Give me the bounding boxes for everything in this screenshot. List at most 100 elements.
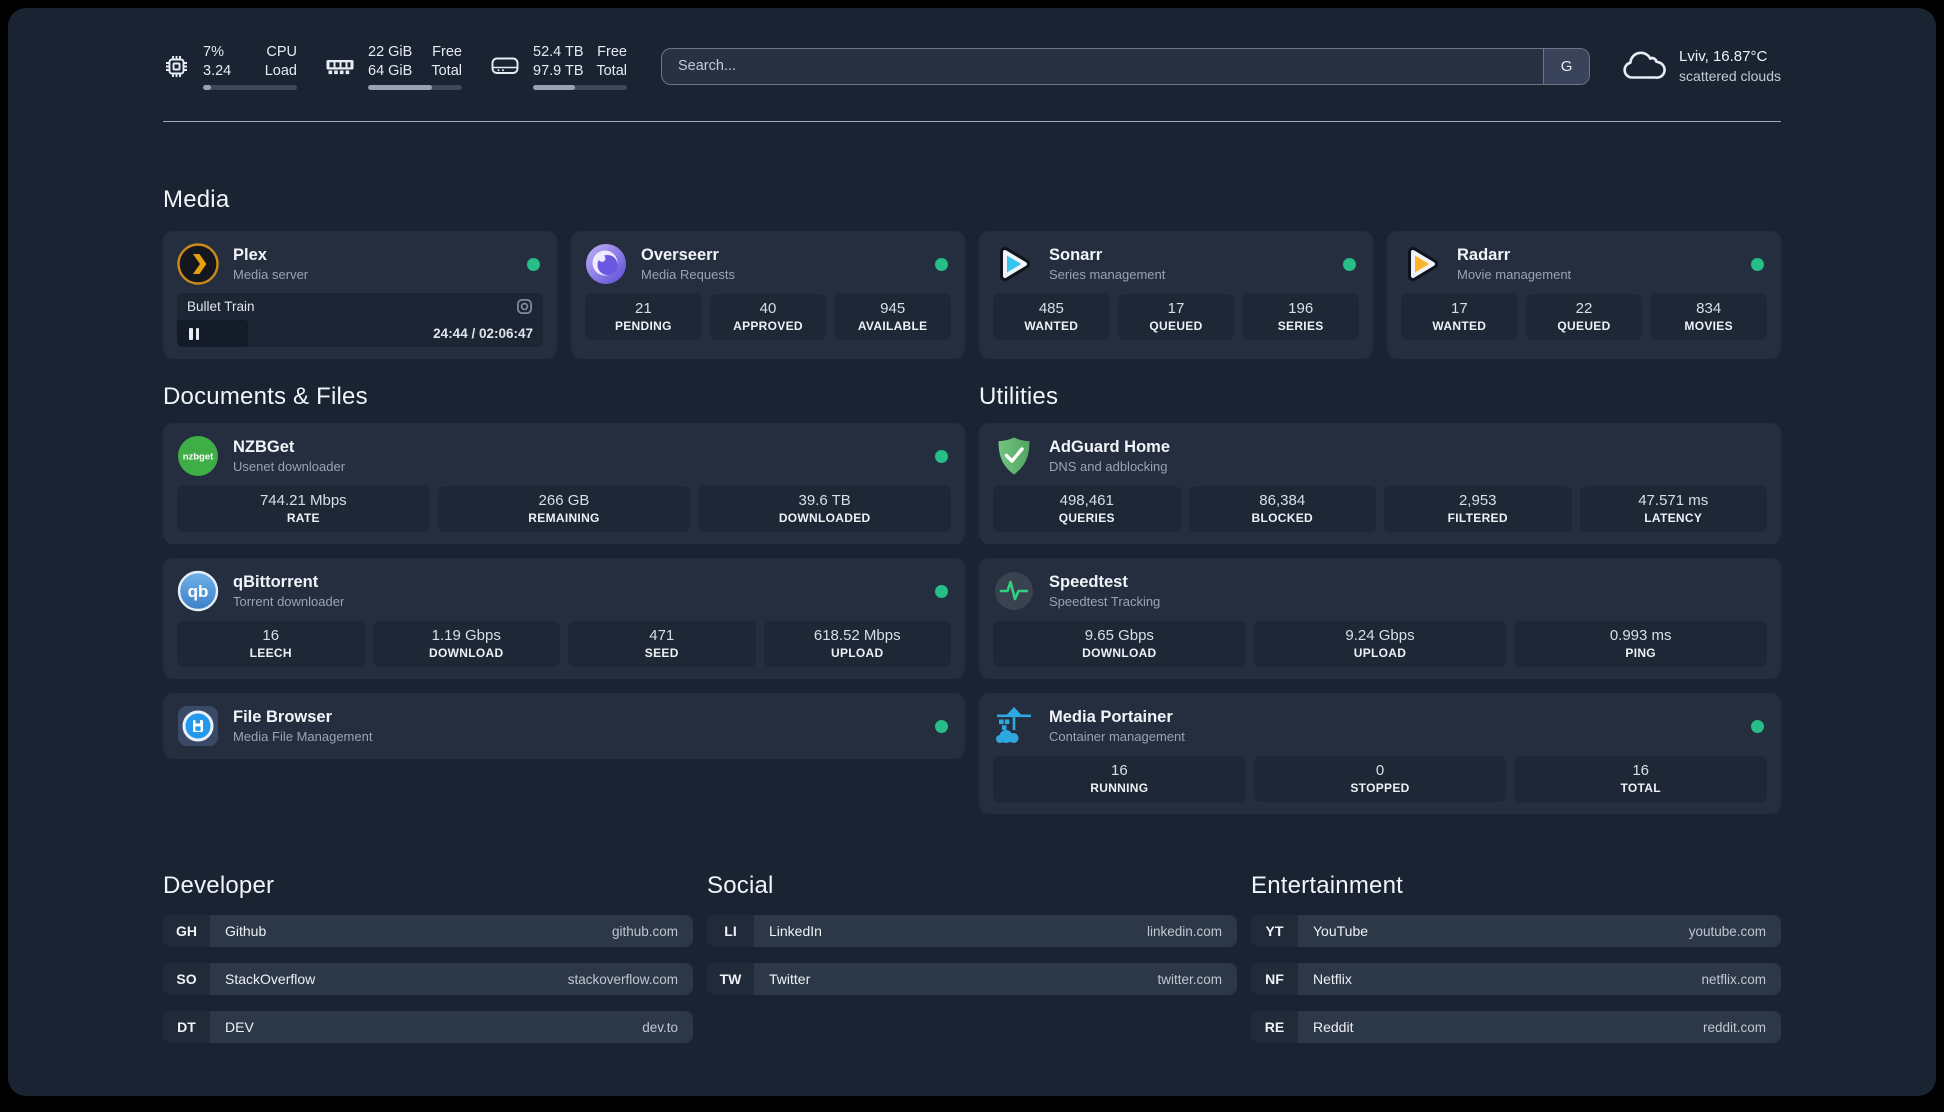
stat-tile: 40 APPROVED [709, 294, 827, 340]
bookmark-abbr: NF [1251, 963, 1298, 995]
bookmark-url: netflix.com [1701, 971, 1766, 987]
app-desc: Media Requests [641, 267, 735, 282]
nzbget-logo-icon: nzbget [177, 435, 219, 477]
pause-button[interactable] [187, 326, 201, 342]
status-online-dot [1751, 720, 1764, 733]
speedtest-card[interactable]: Speedtest Speedtest Tracking 9.65 Gbps D… [979, 558, 1781, 679]
app-desc: Torrent downloader [233, 594, 345, 609]
stat-tile: 16 LEECH [177, 621, 365, 667]
memory-free-value: 22 GiB [368, 43, 413, 60]
playback-progress: 24:44 / 02:06:47 [177, 320, 543, 347]
weather-location-temp: Lviv, 16.87°C [1679, 48, 1768, 65]
stat-tile: 17 QUEUED [1117, 294, 1235, 340]
stat-tile: 471 SEED [568, 621, 756, 667]
cpu-label: CPU [266, 43, 297, 60]
stat-tile: 485 WANTED [993, 294, 1110, 340]
app-name: qBittorrent [233, 573, 319, 591]
app-name: Sonarr [1049, 246, 1103, 264]
app-name: Plex [233, 246, 267, 264]
status-online-dot [935, 585, 948, 598]
bookmarks-entertainment: Entertainment YT YouTube youtube.com NF … [1251, 872, 1781, 1059]
stat-tile: 9.24 Gbps UPLOAD [1253, 621, 1507, 667]
stat-tile: 266 GB REMAINING [437, 486, 691, 532]
bookmark-name: Reddit [1313, 1019, 1354, 1035]
bookmark-url: stackoverflow.com [567, 971, 678, 987]
memory-free-label: Free [432, 43, 462, 60]
qbittorrent-card[interactable]: qb qBittorrent Torrent downloader 16 LEE… [163, 558, 965, 679]
bookmark-stackoverflow[interactable]: SO StackOverflow stackoverflow.com [163, 963, 693, 995]
app-name: Media Portainer [1049, 708, 1173, 726]
stat-tile: 86,384 BLOCKED [1188, 486, 1376, 532]
stat-tile: 16 TOTAL [1514, 756, 1767, 802]
app-desc: Media File Management [233, 729, 373, 744]
stat-tile: 47.571 ms LATENCY [1579, 486, 1767, 532]
search-engine-button[interactable]: G [1543, 48, 1590, 84]
status-online-dot [935, 720, 948, 733]
documents-column: Documents & Files nzbget NZBGet Usenet d [163, 359, 965, 814]
bookmark-twitter[interactable]: TW Twitter twitter.com [707, 963, 1237, 995]
bookmark-url: linkedin.com [1146, 923, 1222, 939]
bookmarks-social: Social LI LinkedIn linkedin.com TW Twitt… [707, 872, 1237, 1059]
bookmark-name: Github [225, 923, 267, 939]
cpu-usage-value: 7% [203, 43, 224, 60]
search-input[interactable] [662, 48, 1544, 84]
qbittorrent-logo-icon: qb [177, 570, 219, 612]
app-desc: Series management [1049, 267, 1166, 282]
status-online-dot [935, 258, 948, 271]
memory-progress-bar [368, 84, 462, 90]
stat-tile: 2,953 FILTERED [1384, 486, 1572, 532]
cloud-icon [1620, 47, 1666, 85]
bookmark-dev[interactable]: DT DEV dev.to [163, 1011, 693, 1043]
bookmark-url: twitter.com [1157, 971, 1222, 987]
app-name: AdGuard Home [1049, 438, 1171, 456]
sonarr-logo-icon [993, 243, 1035, 285]
bookmark-name: StackOverflow [225, 971, 316, 987]
bookmark-abbr: RE [1251, 1011, 1298, 1043]
stat-tile: 9.65 Gbps DOWNLOAD [993, 621, 1246, 667]
adguard-card[interactable]: AdGuard Home DNS and adblocking 498,461 … [979, 423, 1781, 544]
stat-tile: 21 PENDING [585, 294, 702, 340]
section-title-media: Media [163, 186, 230, 213]
bookmark-github[interactable]: GH Github github.com [163, 915, 693, 947]
bookmark-abbr: SO [163, 963, 210, 995]
bookmark-url: youtube.com [1688, 923, 1766, 939]
stat-tile: 834 MOVIES [1650, 294, 1767, 340]
nzbget-card[interactable]: nzbget NZBGet Usenet downloader 744.21 M… [163, 423, 965, 544]
bookmark-youtube[interactable]: YT YouTube youtube.com [1251, 915, 1781, 947]
memory-icon [325, 54, 355, 78]
bookmark-name: DEV [225, 1019, 254, 1035]
plex-card[interactable]: Plex Media server Bullet Train 24:44 / 0… [163, 231, 557, 359]
memory-total-value: 64 GiB [368, 62, 413, 79]
filebrowser-card[interactable]: File Browser Media File Management [163, 693, 965, 759]
bookmark-abbr: YT [1251, 915, 1298, 947]
svg-text:nzbget: nzbget [183, 452, 214, 463]
top-bar: 7% 3.24 CPU Load 22 GiB 64 GiB Free Tota… [163, 38, 1781, 94]
bookmark-name: Netflix [1313, 971, 1352, 987]
overseerr-card[interactable]: Overseerr Media Requests 21 PENDING 40 A… [571, 231, 965, 359]
app-name: File Browser [233, 708, 333, 726]
session-device-icon[interactable] [516, 298, 533, 315]
status-online-dot [1343, 258, 1356, 271]
app-name: Overseerr [641, 246, 719, 264]
status-online-dot [527, 258, 540, 271]
memory-widget: 22 GiB 64 GiB Free Total [325, 43, 462, 90]
cpu-load-label: Load [264, 62, 297, 79]
bookmark-reddit[interactable]: RE Reddit reddit.com [1251, 1011, 1781, 1043]
search-bar: G [661, 47, 1591, 85]
section-title-entertainment: Entertainment [1251, 872, 1404, 899]
app-name: NZBGet [233, 438, 295, 456]
bookmark-netflix[interactable]: NF Netflix netflix.com [1251, 963, 1781, 995]
bookmark-name: LinkedIn [769, 923, 822, 939]
cpu-progress-bar [203, 84, 297, 90]
bookmark-linkedin[interactable]: LI LinkedIn linkedin.com [707, 915, 1237, 947]
app-desc: Usenet downloader [233, 459, 346, 474]
portainer-card[interactable]: Media Portainer Container management 16 … [979, 693, 1781, 814]
sonarr-card[interactable]: Sonarr Series management 485 WANTED 17 Q… [979, 231, 1373, 359]
disk-free-label: Free [597, 43, 627, 60]
app-name: Radarr [1457, 246, 1511, 264]
radarr-card[interactable]: Radarr Movie management 17 WANTED 22 QUE… [1387, 231, 1781, 359]
section-title-developer: Developer [163, 872, 275, 899]
bookmark-abbr: GH [163, 915, 210, 947]
now-playing-title: Bullet Train [187, 299, 255, 314]
stat-tile: 945 AVAILABLE [834, 294, 951, 340]
